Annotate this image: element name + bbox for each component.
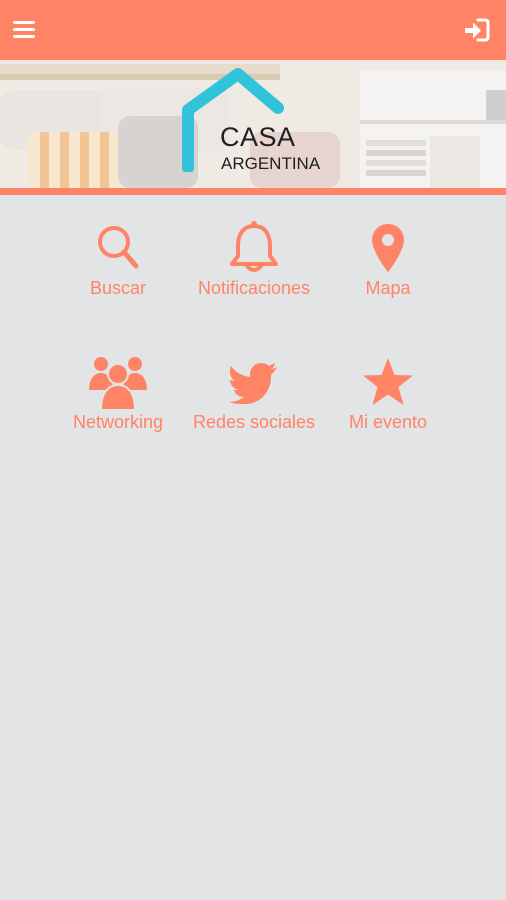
login-icon bbox=[465, 18, 490, 42]
menu-button[interactable] bbox=[12, 18, 38, 40]
bell-icon bbox=[230, 221, 278, 272]
top-app-bar bbox=[0, 0, 506, 60]
login-button[interactable] bbox=[464, 17, 490, 43]
logo-text-argentina: ARGENTINA bbox=[221, 154, 321, 173]
logo-text-casa: CASA bbox=[220, 122, 296, 152]
tile-mi-evento[interactable]: Mi evento bbox=[318, 354, 458, 464]
tile-mapa[interactable]: Mapa bbox=[318, 222, 458, 332]
tile-mapa-label: Mapa bbox=[365, 278, 411, 298]
star-icon bbox=[363, 358, 413, 405]
search-icon bbox=[98, 226, 139, 269]
banner-divider bbox=[0, 188, 506, 195]
users-icon bbox=[89, 357, 147, 410]
tile-redes-sociales[interactable]: Redes sociales bbox=[184, 354, 324, 464]
tile-redes-sociales-label: Redes sociales bbox=[192, 412, 316, 432]
tile-networking[interactable]: Networking bbox=[48, 354, 188, 464]
tile-notificaciones-label: Notificaciones bbox=[197, 278, 311, 298]
tile-networking-label: Networking bbox=[72, 412, 164, 432]
tile-buscar-label: Buscar bbox=[89, 278, 147, 298]
menu-icon bbox=[13, 21, 35, 38]
map-pin-icon bbox=[372, 224, 404, 272]
twitter-icon bbox=[229, 363, 277, 404]
tile-notificaciones[interactable]: Notificaciones bbox=[184, 221, 324, 332]
tile-mi-evento-label: Mi evento bbox=[348, 412, 428, 432]
tile-buscar[interactable]: Buscar bbox=[48, 222, 188, 332]
